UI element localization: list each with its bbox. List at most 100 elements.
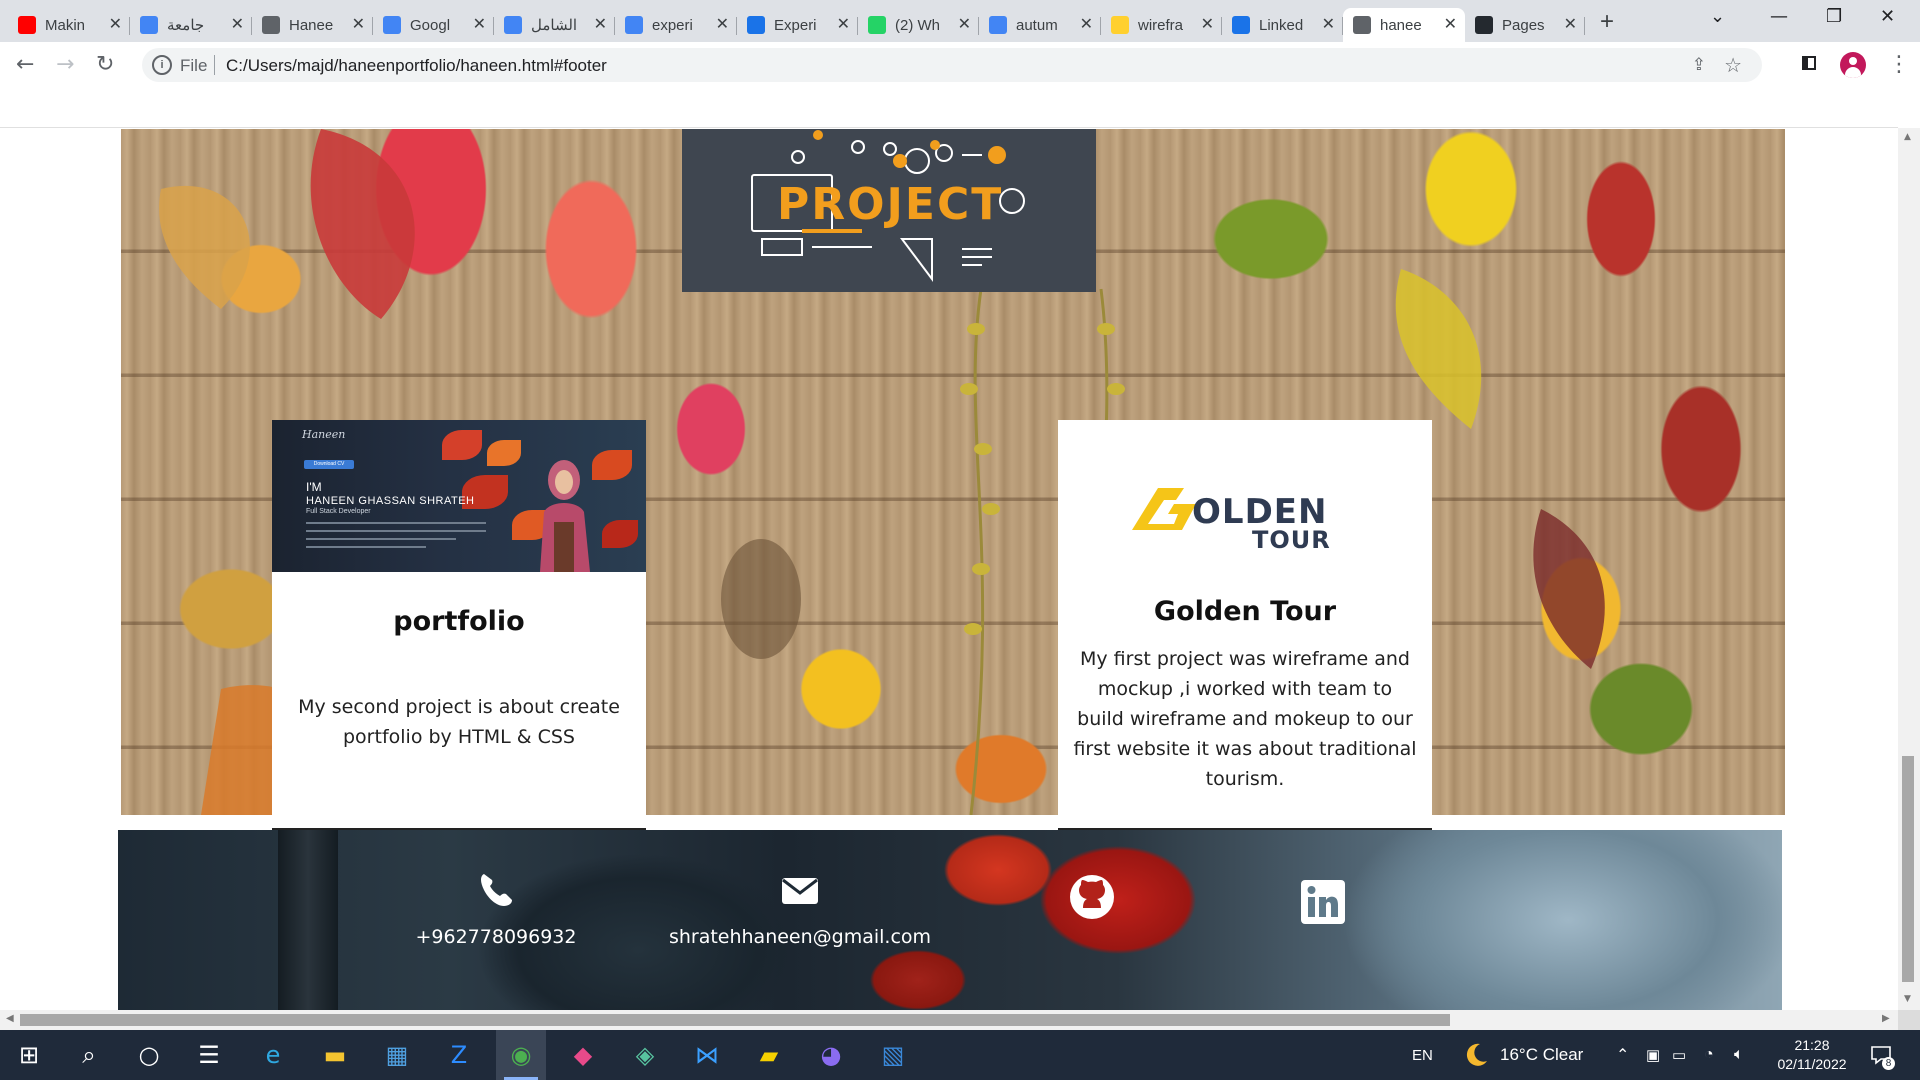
restore-icon[interactable]: ❐ — [1826, 6, 1842, 27]
tab-0[interactable]: Makin ✕ — [8, 8, 130, 42]
clock[interactable]: 21:28 02/11/2022 — [1762, 1030, 1862, 1080]
tab-close-icon[interactable]: ✕ — [473, 16, 486, 34]
scroll-up-arrow-icon[interactable]: ▲ — [1904, 132, 1911, 142]
tab-7[interactable]: (2) Wh ✕ — [858, 8, 979, 42]
site-info-icon[interactable]: i — [152, 55, 172, 75]
footer-linkedin-link[interactable] — [1298, 880, 1348, 928]
weather-text: 16°C Clear — [1500, 1045, 1584, 1064]
tab-close-icon[interactable]: ✕ — [837, 16, 850, 34]
store-icon[interactable]: ▦ — [372, 1030, 422, 1080]
profile-avatar[interactable] — [1840, 52, 1866, 78]
drop-icon[interactable]: ◆ — [558, 1030, 608, 1080]
drop-icon-glyph: ◆ — [573, 1041, 593, 1069]
battery-icon[interactable]: ▭ — [1672, 1030, 1686, 1080]
minimize-icon[interactable]: — — [1770, 6, 1788, 27]
scheme-label: File — [180, 56, 208, 75]
discord-icon[interactable]: ◕ — [806, 1030, 856, 1080]
task-view-icon[interactable]: ☰ — [184, 1030, 234, 1080]
close-window-icon[interactable]: ✕ — [1880, 6, 1895, 27]
tab-close-icon[interactable]: ✕ — [1322, 16, 1335, 34]
leaf-decoration — [487, 440, 521, 466]
horizontal-scrollbar[interactable]: ◀ ▶ — [0, 1010, 1898, 1030]
side-panel-icon[interactable] — [1802, 56, 1816, 70]
weather-widget[interactable]: 16°C Clear — [1462, 1030, 1583, 1080]
horizontal-scroll-thumb[interactable] — [20, 1014, 1450, 1026]
tab-close-icon[interactable]: ✕ — [1444, 16, 1457, 34]
wifi-icon[interactable]: ◔ — [1704, 1030, 1714, 1080]
miro-icon — [1111, 16, 1129, 34]
tab-label: experi — [652, 16, 693, 34]
notifications-button[interactable]: 8 — [1870, 1030, 1895, 1080]
show-hidden-icons-icon[interactable]: ⌃ — [1616, 1030, 1629, 1080]
google-translate-icon — [383, 16, 401, 34]
vertical-scroll-thumb[interactable] — [1902, 756, 1914, 982]
forward-icon[interactable]: → — [56, 52, 74, 77]
tab-4[interactable]: الشامل ✕ — [494, 8, 615, 42]
edge-icon[interactable]: e — [248, 1030, 298, 1080]
back-icon[interactable]: ← — [16, 52, 34, 77]
project-description: My second project is about create portfo… — [298, 696, 620, 748]
chrome-icon[interactable]: ◉ — [496, 1030, 546, 1080]
menu-icon[interactable]: ⋮ — [1888, 54, 1910, 76]
scroll-down-arrow-icon[interactable]: ▼ — [1904, 994, 1911, 1004]
tab-close-icon[interactable]: ✕ — [1201, 16, 1214, 34]
zoom-icon[interactable]: Z — [434, 1030, 484, 1080]
tab-8[interactable]: autum ✕ — [979, 8, 1101, 42]
tab-label: Hanee — [289, 16, 334, 34]
tab-label: (2) Wh — [895, 16, 940, 34]
tab-close-icon[interactable]: ✕ — [352, 16, 365, 34]
tab-5[interactable]: experi ✕ — [615, 8, 737, 42]
tab-close-icon[interactable]: ✕ — [1564, 16, 1577, 34]
tree-trunk-decoration — [278, 830, 338, 1010]
bookmark-star-icon[interactable]: ☆ — [1724, 53, 1742, 78]
reload-icon[interactable]: ↻ — [96, 52, 114, 77]
search-icon[interactable]: ⌕ — [64, 1030, 114, 1080]
address-bar[interactable]: i File C:/Users/majd/haneenportfolio/han… — [142, 48, 1762, 82]
tab-1[interactable]: جامعة ✕ — [130, 8, 252, 42]
tab-3[interactable]: Googl ✕ — [373, 8, 494, 42]
tab-close-icon[interactable]: ✕ — [231, 16, 244, 34]
vscode-icon[interactable]: ⋈ — [682, 1030, 732, 1080]
volume-icon[interactable]: 🔈︎ — [1734, 1030, 1744, 1080]
portfolio-thumbnail[interactable]: Haneen Download CV I'M HANEEN GHASSAN SH… — [272, 420, 646, 572]
tab-9[interactable]: wirefra ✕ — [1101, 8, 1222, 42]
tab-12[interactable]: Pages ✕ — [1465, 8, 1585, 42]
photos-icon[interactable]: ▧ — [868, 1030, 918, 1080]
url-text[interactable]: C:/Users/majd/haneenportfolio/haneen.htm… — [226, 56, 607, 76]
file-explorer-icon[interactable]: ▬ — [310, 1030, 360, 1080]
start-icon-glyph: ⊞ — [18, 1041, 40, 1069]
project-card-portfolio[interactable]: Haneen Download CV I'M HANEEN GHASSAN SH… — [272, 420, 646, 833]
language-indicator[interactable]: EN — [1412, 1030, 1433, 1080]
tab-6[interactable]: Experi ✕ — [737, 8, 858, 42]
sticky-notes-icon[interactable]: ▰ — [744, 1030, 794, 1080]
share-icon[interactable]: ⇪ — [1692, 55, 1706, 75]
vertical-scrollbar[interactable]: ▲ ▼ — [1898, 128, 1920, 1010]
scroll-right-arrow-icon[interactable]: ▶ — [1882, 1013, 1890, 1024]
footer-phone[interactable]: +962778096932 — [396, 870, 596, 948]
device-icon[interactable]: ▣ — [1646, 1030, 1660, 1080]
tour-logo-word: TOUR — [1252, 526, 1331, 554]
notification-count: 8 — [1882, 1057, 1895, 1070]
start-icon[interactable]: ⊞ — [4, 1030, 54, 1080]
tab-2[interactable]: Hanee ✕ — [252, 8, 373, 42]
tab-close-icon[interactable]: ✕ — [958, 16, 971, 34]
tab-close-icon[interactable]: ✕ — [594, 16, 607, 34]
tab-search-icon[interactable]: ⌄ — [1710, 6, 1725, 27]
tab-10[interactable]: Linked ✕ — [1222, 8, 1343, 42]
project-card-golden-tour[interactable]: OLDEN TOUR Golden Tour My first project … — [1058, 420, 1432, 833]
cortana-icon[interactable]: ○ — [124, 1030, 174, 1080]
tab-label: الشامل — [531, 17, 578, 34]
linkedin-icon — [1301, 880, 1345, 924]
scrollbar-corner — [1898, 1010, 1920, 1030]
footer-email[interactable]: shratehhaneen@gmail.com — [650, 870, 950, 948]
git-kraken-icon[interactable]: ◈ — [620, 1030, 670, 1080]
tab-close-icon[interactable]: ✕ — [716, 16, 729, 34]
tab-close-icon[interactable]: ✕ — [109, 16, 122, 34]
tab-11[interactable]: hanee ✕ — [1343, 8, 1465, 42]
tab-separator — [1584, 17, 1585, 35]
footer-github-link[interactable] — [1062, 874, 1122, 924]
photos-icon-glyph: ▧ — [881, 1041, 905, 1069]
tab-close-icon[interactable]: ✕ — [1080, 16, 1093, 34]
scroll-left-arrow-icon[interactable]: ◀ — [6, 1013, 14, 1024]
new-tab-button[interactable]: + — [1600, 8, 1614, 36]
